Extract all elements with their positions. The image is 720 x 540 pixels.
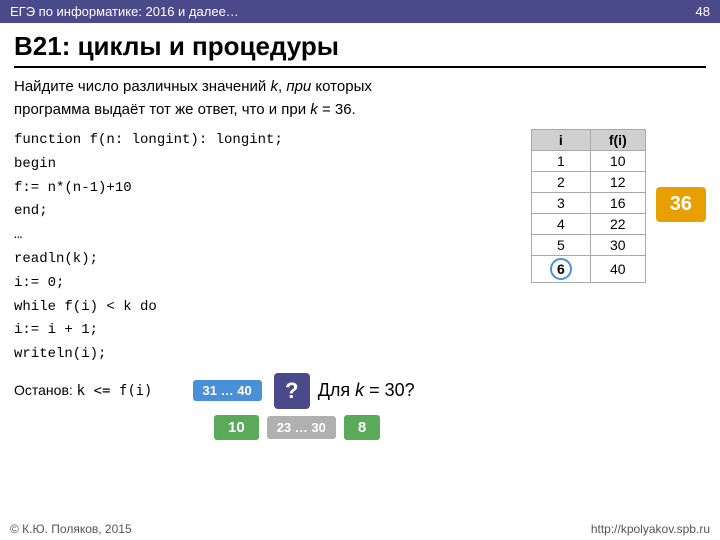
problem-text-5: = 36. [318, 101, 356, 118]
problem-pri: при [286, 78, 311, 95]
code-line-10: writeln(i); [14, 343, 521, 367]
table-cell: 10 [590, 151, 645, 172]
table-row: 316 [531, 193, 645, 214]
main-content: В21: циклы и процедуры Найдите число раз… [0, 23, 720, 446]
table-cell: 3 [531, 193, 590, 214]
code-line-6: readln(k); [14, 248, 521, 272]
answer-prefix: Для [318, 380, 355, 400]
problem-text-1: Найдите число различных значений [14, 78, 270, 95]
table-cell: 2 [531, 172, 590, 193]
content-area: function f(n: longint): longint; begin f… [14, 129, 706, 367]
answer-k: k [355, 380, 364, 400]
sub-count-badge: 8 [344, 415, 380, 440]
table-cell: 5 [531, 235, 590, 256]
stop-label: Останов: [14, 382, 73, 398]
table-row: 530 [531, 235, 645, 256]
table-row: 422 [531, 214, 645, 235]
code-line-4: end; [14, 200, 521, 224]
code-line-9: i:= i + 1; [14, 319, 521, 343]
answer-text: Для k = 30? [318, 380, 415, 401]
footer-left: © К.Ю. Поляков, 2015 [10, 522, 132, 536]
code-line-2: begin [14, 153, 521, 177]
table-cell: 22 [590, 214, 645, 235]
table-row: 110 [531, 151, 645, 172]
sub-range-badge: 23 … 30 [267, 416, 336, 439]
code-line-3: f:= n*(n-1)+10 [14, 177, 521, 201]
stop-condition: k <= f(i) [77, 383, 153, 399]
range-badge: 31 … 40 [193, 380, 262, 401]
circle-cell: 6 [550, 258, 572, 280]
table-cell: 6 [531, 256, 590, 283]
table-cell: 4 [531, 214, 590, 235]
table-row: 212 [531, 172, 645, 193]
question-badge: ? [274, 373, 310, 409]
slide-header: ЕГЭ по информатике: 2016 и далее… 48 [0, 0, 720, 23]
table-header: f(i) [590, 130, 645, 151]
code-line-5: … [14, 224, 521, 248]
table-row: 6 40 [531, 256, 645, 283]
table-cell: 12 [590, 172, 645, 193]
bottom-row: Останов: k <= f(i) 31 … 40 ? Для k = 30? [14, 373, 706, 409]
table-cell: 16 [590, 193, 645, 214]
badge-36: 36 [656, 187, 706, 222]
table-area: if(i)110212316422530640 36 [521, 127, 706, 367]
page-number: 48 [696, 4, 710, 19]
slide-title: В21: циклы и процедуры [14, 31, 706, 68]
code-line-1: function f(n: longint): longint; [14, 129, 521, 153]
stop-text: Останов: k <= f(i) [14, 382, 153, 399]
problem-text: Найдите число различных значений k, при … [14, 76, 706, 121]
problem-text-3: которых [311, 78, 372, 95]
function-table: if(i)110212316422530640 [531, 129, 646, 283]
table-cell: 40 [590, 256, 645, 283]
code-line-7: i:= 0; [14, 272, 521, 296]
page-footer: © К.Ю. Поляков, 2015 http://kpolyakov.sp… [10, 522, 710, 536]
problem-k: k [270, 78, 278, 95]
code-block: function f(n: longint): longint; begin f… [14, 129, 521, 367]
problem-k2: k [310, 101, 318, 118]
table-cell: 1 [531, 151, 590, 172]
answer-eq: = 30? [364, 380, 415, 400]
table-cell: 30 [590, 235, 645, 256]
problem-text-4: программа выдаёт тот же ответ, что и при [14, 101, 310, 118]
header-title: ЕГЭ по информатике: 2016 и далее… [10, 4, 239, 19]
bottom2-row: 10 23 … 30 8 [214, 415, 706, 440]
table-header: i [531, 130, 590, 151]
footer-right: http://kpolyakov.spb.ru [591, 522, 710, 536]
code-line-8: while f(i) < k do [14, 296, 521, 320]
sub-value-badge: 10 [214, 415, 259, 440]
